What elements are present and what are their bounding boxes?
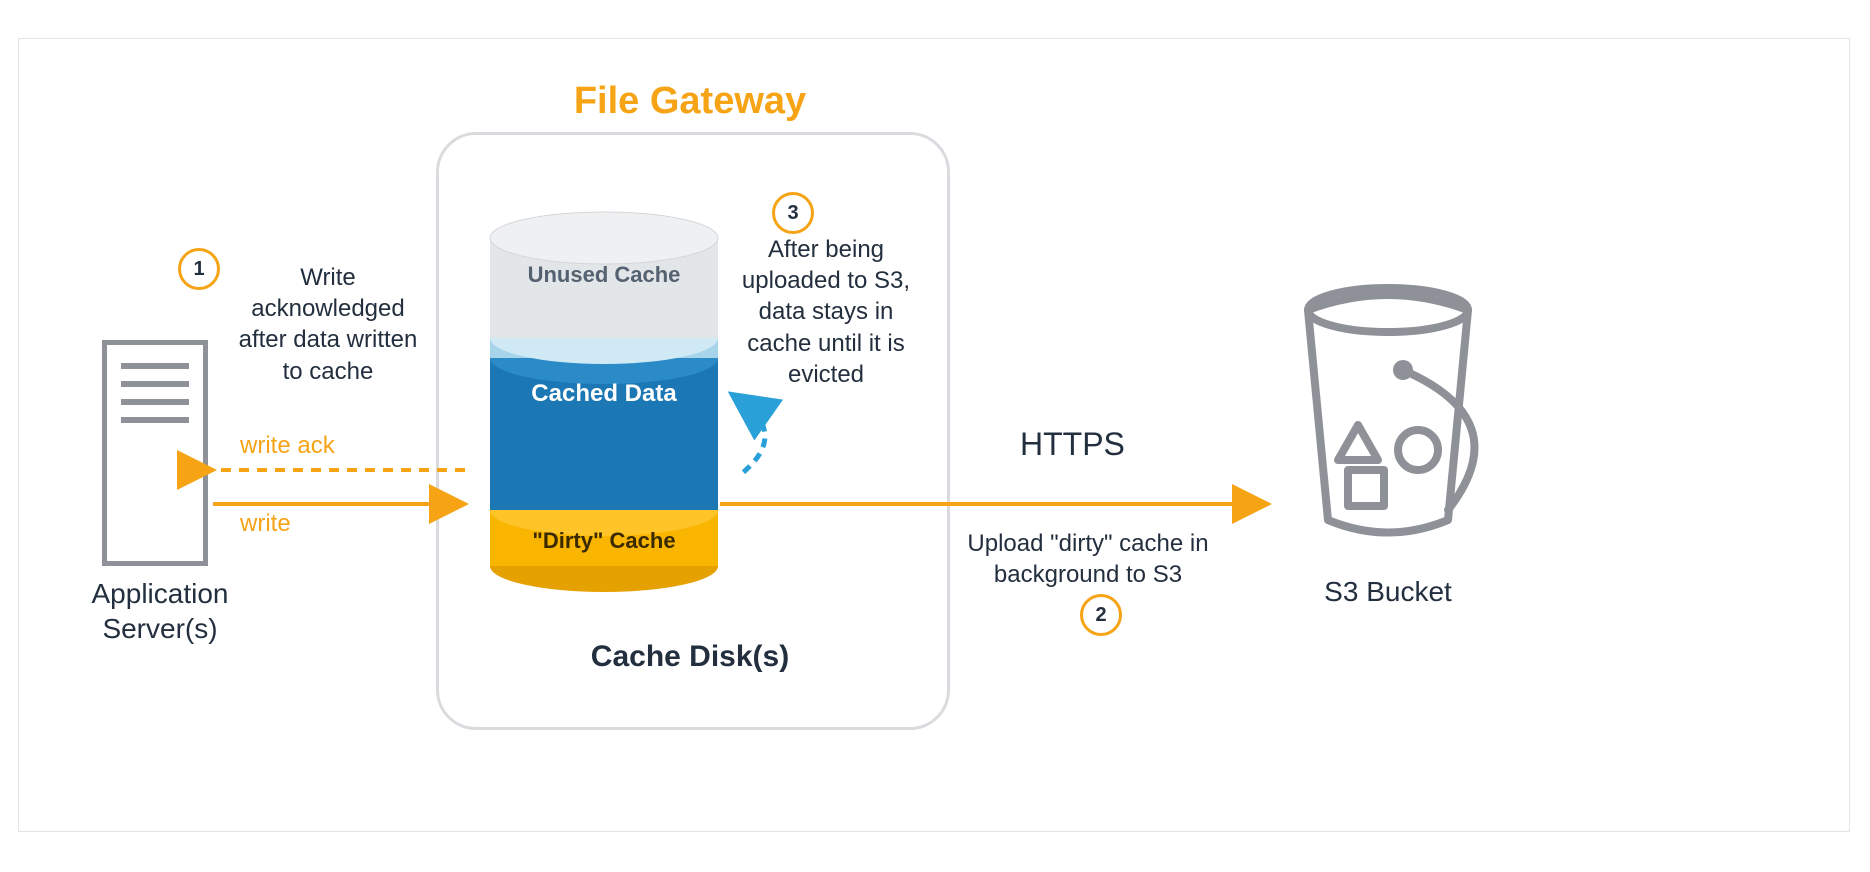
s3-bucket-icon (1288, 270, 1488, 550)
application-server-icon (102, 340, 208, 566)
write-label: write (240, 510, 291, 538)
cached-data-label: Cached Data (490, 380, 718, 408)
write-ack-label: write ack (240, 432, 335, 460)
dirty-cache-label: "Dirty" Cache (490, 528, 718, 554)
server-line (121, 417, 189, 423)
diagram-canvas: File Gateway Cache Disk(s) Unused Cache … (0, 0, 1870, 872)
s3-bucket-label: S3 Bucket (1238, 576, 1538, 608)
step-2-badge: 2 (1080, 594, 1122, 636)
server-line (121, 381, 189, 387)
step-1-badge: 1 (178, 248, 220, 290)
eviction-arrow-icon (720, 380, 810, 500)
https-label: HTTPS (1020, 426, 1125, 463)
step-1-note: Write acknowledged after data written to… (228, 262, 428, 387)
server-line (121, 363, 189, 369)
step-3-note: After being uploaded to S3, data stays i… (736, 234, 916, 390)
unused-cache-label: Unused Cache (490, 262, 718, 288)
cache-disks-label: Cache Disk(s) (436, 640, 944, 674)
server-line (121, 399, 189, 405)
application-server-label: Application Server(s) (60, 576, 260, 646)
step-3-badge: 3 (772, 192, 814, 234)
diagram-title: File Gateway (436, 80, 944, 123)
step-2-note: Upload "dirty" cache in background to S3 (958, 528, 1218, 590)
